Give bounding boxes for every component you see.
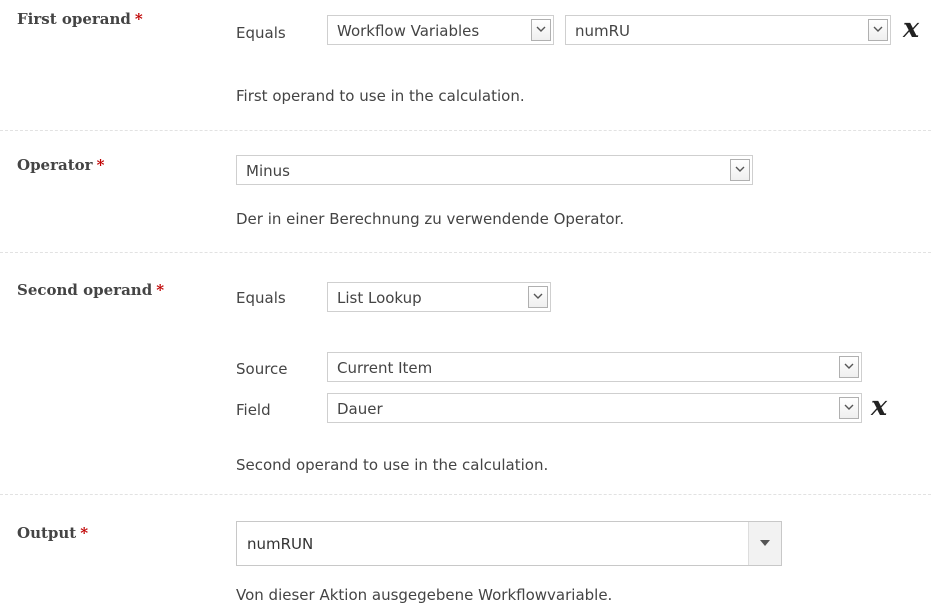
first-operand-label: First operand * bbox=[17, 10, 143, 28]
first-operand-help: First operand to use in the calculation. bbox=[236, 87, 525, 105]
first-operand-variable-select[interactable]: numRU bbox=[565, 15, 891, 45]
output-dropdown-button[interactable] bbox=[748, 522, 781, 565]
first-operand-source-select[interactable]: Workflow Variables bbox=[327, 15, 554, 45]
field-label: Field bbox=[236, 401, 271, 419]
field-select[interactable]: Dauer bbox=[327, 393, 862, 423]
first-operand-equals-label: Equals bbox=[236, 24, 286, 42]
source-value: Current Item bbox=[337, 359, 433, 377]
section-divider bbox=[0, 494, 931, 495]
caret-down-icon bbox=[760, 540, 770, 546]
chevron-down-icon[interactable] bbox=[839, 356, 859, 378]
x-function-icon[interactable]: x bbox=[871, 393, 887, 420]
chevron-down-icon[interactable] bbox=[839, 397, 859, 419]
source-select[interactable]: Current Item bbox=[327, 352, 862, 382]
second-operand-equals-select[interactable]: List Lookup bbox=[327, 282, 551, 312]
required-marker: * bbox=[80, 524, 89, 542]
operator-label-text: Operator bbox=[17, 156, 93, 174]
chevron-down-icon[interactable] bbox=[528, 286, 548, 308]
second-operand-label: Second operand * bbox=[17, 281, 164, 299]
required-marker: * bbox=[96, 156, 105, 174]
required-marker: * bbox=[134, 10, 143, 28]
output-label-text: Output bbox=[17, 524, 77, 542]
x-function-icon[interactable]: x bbox=[903, 15, 919, 42]
first-operand-source-value: Workflow Variables bbox=[337, 22, 480, 40]
field-value: Dauer bbox=[337, 400, 383, 418]
operator-help: Der in einer Berechnung zu verwendende O… bbox=[236, 210, 625, 228]
first-operand-label-text: First operand bbox=[17, 10, 131, 28]
output-value: numRUN bbox=[247, 535, 314, 553]
operator-select[interactable]: Minus bbox=[236, 155, 753, 185]
operator-value: Minus bbox=[246, 162, 290, 180]
second-operand-label-text: Second operand bbox=[17, 281, 153, 299]
second-operand-equals-label: Equals bbox=[236, 289, 286, 307]
second-operand-help: Second operand to use in the calculation… bbox=[236, 456, 549, 474]
chevron-down-icon[interactable] bbox=[531, 19, 551, 41]
operator-label: Operator * bbox=[17, 156, 104, 174]
second-operand-equals-value: List Lookup bbox=[337, 289, 422, 307]
required-marker: * bbox=[156, 281, 165, 299]
section-divider bbox=[0, 130, 931, 131]
output-label: Output * bbox=[17, 524, 88, 542]
section-divider bbox=[0, 252, 931, 253]
output-help: Von dieser Aktion ausgegebene Workflowva… bbox=[236, 586, 613, 604]
source-label: Source bbox=[236, 360, 288, 378]
chevron-down-icon[interactable] bbox=[730, 159, 750, 181]
first-operand-variable-value: numRU bbox=[575, 22, 631, 40]
chevron-down-icon[interactable] bbox=[868, 19, 888, 41]
output-select[interactable]: numRUN bbox=[236, 521, 782, 566]
